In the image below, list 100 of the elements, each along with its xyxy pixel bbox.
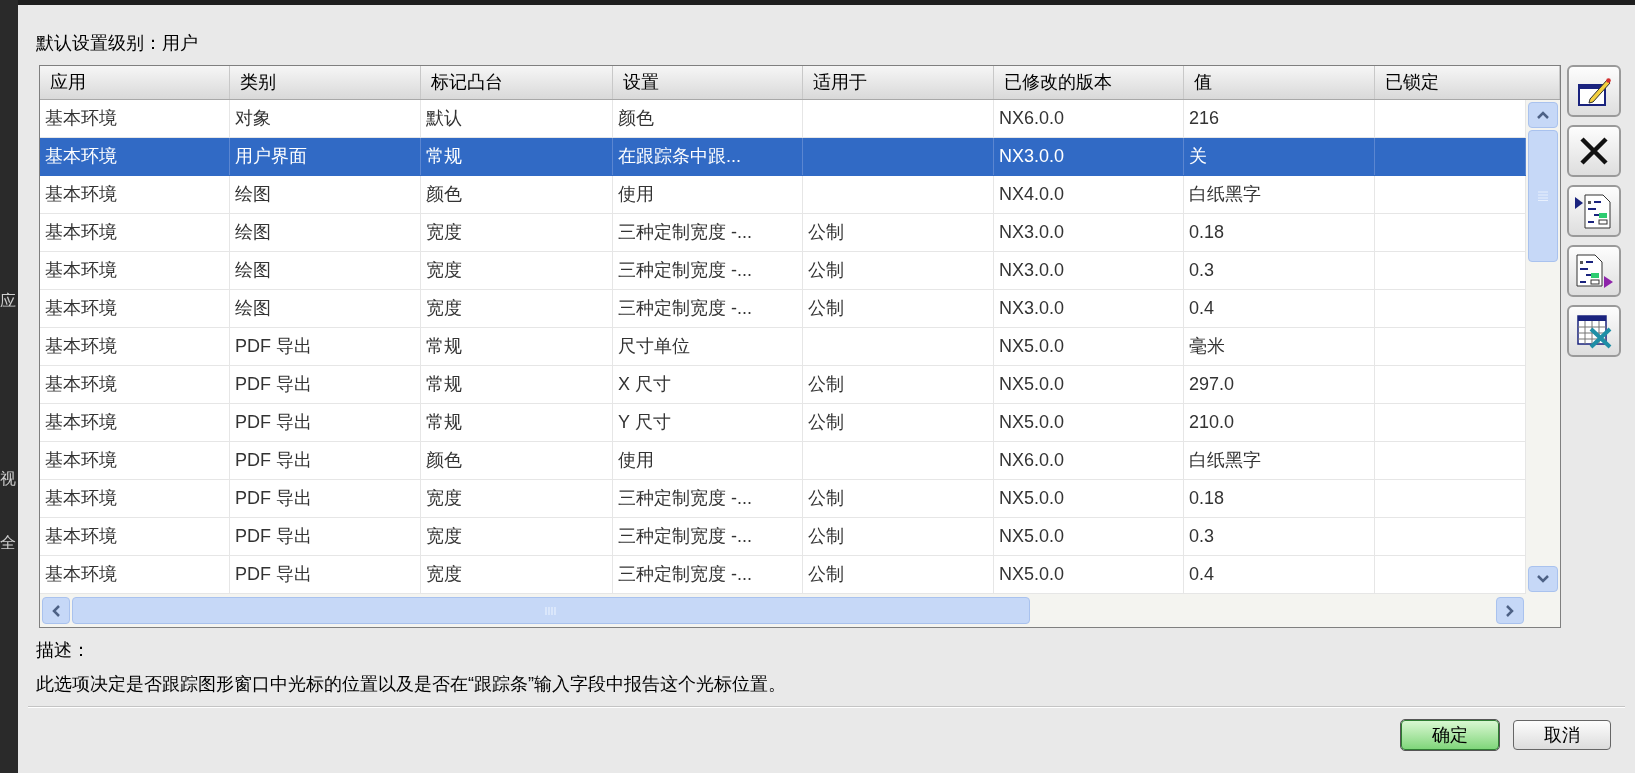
table-cell: 0.4 [1184, 556, 1375, 593]
side-panel-text: 应 [0, 292, 16, 310]
table-cell: 基本环境 [40, 442, 230, 479]
table-cell: 公制 [803, 518, 994, 555]
table-cell: 216 [1184, 100, 1375, 137]
document-arrow-icon [1574, 252, 1614, 290]
selected-table-row[interactable]: 基本环境 用户界面 常规 在跟踪条中跟... NX3.0.0 关 [40, 138, 1526, 176]
column-header[interactable]: 已锁定 [1375, 66, 1560, 99]
table-cell: NX5.0.0 [994, 328, 1184, 365]
table-cell: PDF 导出 [230, 518, 421, 555]
table-cell: 对象 [230, 100, 421, 137]
horizontal-scrollbar[interactable] [40, 594, 1526, 627]
table-cell: 使用 [613, 176, 803, 213]
table-cell: 在跟踪条中跟... [613, 138, 803, 175]
table-cell: 基本环境 [40, 556, 230, 593]
table-cell: 基本环境 [40, 176, 230, 213]
scroll-right-button[interactable] [1496, 597, 1524, 624]
delete-button[interactable] [1567, 125, 1621, 177]
ok-button[interactable]: 确定 [1401, 720, 1499, 750]
table-cell: 基本环境 [40, 480, 230, 517]
tool-button[interactable] [1567, 305, 1621, 357]
table-cell: 常规 [421, 404, 613, 441]
table-cell: PDF 导出 [230, 556, 421, 593]
table-cell: NX3.0.0 [994, 290, 1184, 327]
table-row[interactable]: 基本环境 对象 默认 颜色 NX6.0.0 216 [40, 100, 1526, 138]
table-row[interactable]: 基本环境 PDF 导出 颜色 使用 NX6.0.0 白纸黑字 [40, 442, 1526, 480]
description-text: 此选项决定是否跟踪图形窗口中光标的位置以及是否在“跟踪条”输入字段中报告这个光标位置。 [36, 673, 787, 696]
column-header[interactable]: 适用于 [803, 66, 994, 99]
table-cell: PDF 导出 [230, 366, 421, 403]
table-cell: 0.4 [1184, 290, 1375, 327]
table-cell: 颜色 [613, 100, 803, 137]
table-cell: NX6.0.0 [994, 100, 1184, 137]
table-cell: 白纸黑字 [1184, 176, 1375, 213]
table-cell: 0.3 [1184, 252, 1375, 289]
table-cell: 297.0 [1184, 366, 1375, 403]
table-cell: 常规 [421, 138, 613, 175]
table-cell: 公制 [803, 404, 994, 441]
scroll-up-button[interactable] [1528, 102, 1558, 128]
column-header[interactable]: 已修改的版本 [994, 66, 1184, 99]
description-label: 描述： [36, 639, 91, 662]
scrollbar-corner [1526, 594, 1560, 627]
table-cell: 绘图 [230, 252, 421, 289]
tool-button[interactable] [1567, 185, 1621, 237]
column-header[interactable]: 应用 [40, 66, 230, 99]
cancel-button[interactable]: 取消 [1513, 720, 1611, 750]
caret-left-icon [52, 604, 60, 617]
table-cell: 三种定制宽度 -... [613, 518, 803, 555]
scroll-thumb[interactable] [72, 597, 1030, 624]
table-cell: 0.18 [1184, 214, 1375, 251]
table-cell: 基本环境 [40, 214, 230, 251]
table-row[interactable]: 基本环境 绘图 宽度 三种定制宽度 -... 公制 NX3.0.0 0.4 [40, 290, 1526, 328]
column-header[interactable]: 类别 [230, 66, 421, 99]
table-cell: 基本环境 [40, 252, 230, 289]
table-cell: 公制 [803, 214, 994, 251]
table-cell: NX5.0.0 [994, 404, 1184, 441]
table-cell: NX5.0.0 [994, 366, 1184, 403]
table-cell: 绘图 [230, 290, 421, 327]
column-header[interactable]: 值 [1184, 66, 1375, 99]
table-cell: 基本环境 [40, 290, 230, 327]
side-panel-text: 视 [0, 470, 16, 488]
table-row[interactable]: 基本环境 绘图 宽度 三种定制宽度 -... 公制 NX3.0.0 0.3 [40, 252, 1526, 290]
vertical-scrollbar[interactable] [1526, 100, 1560, 594]
column-header[interactable]: 设置 [613, 66, 803, 99]
tool-button[interactable] [1567, 245, 1621, 297]
table-cell: 三种定制宽度 -... [613, 480, 803, 517]
table-row[interactable]: 基本环境 PDF 导出 常规 Y 尺寸 公制 NX5.0.0 210.0 [40, 404, 1526, 442]
table-cell: 三种定制宽度 -... [613, 556, 803, 593]
table-cell: 三种定制宽度 -... [613, 290, 803, 327]
caret-up-icon [1537, 111, 1549, 119]
caret-right-icon [1506, 604, 1514, 617]
table-row[interactable]: 基本环境 PDF 导出 常规 尺寸单位 NX5.0.0 毫米 [40, 328, 1526, 366]
table-cell: 210.0 [1184, 404, 1375, 441]
table-row[interactable]: 基本环境 PDF 导出 宽度 三种定制宽度 -... 公制 NX5.0.0 0.18 [40, 480, 1526, 518]
table-cell: 0.18 [1184, 480, 1375, 517]
table-cell: NX5.0.0 [994, 556, 1184, 593]
table-cell: 公制 [803, 556, 994, 593]
table-row[interactable]: 基本环境 PDF 导出 宽度 三种定制宽度 -... 公制 NX5.0.0 0.3 [40, 518, 1526, 556]
document-arrow-icon [1574, 192, 1614, 230]
table-cell: 白纸黑字 [1184, 442, 1375, 479]
scroll-thumb[interactable] [1528, 130, 1558, 262]
table-row[interactable]: 基本环境 绘图 宽度 三种定制宽度 -... 公制 NX3.0.0 0.18 [40, 214, 1526, 252]
table-cell: 常规 [421, 328, 613, 365]
table-cell: NX6.0.0 [994, 442, 1184, 479]
table-cell: NX4.0.0 [994, 176, 1184, 213]
table-row[interactable]: 基本环境 PDF 导出 宽度 三种定制宽度 -... 公制 NX5.0.0 0.4 [40, 556, 1526, 594]
table-cell: NX5.0.0 [994, 518, 1184, 555]
scroll-down-button[interactable] [1528, 566, 1558, 592]
tool-button[interactable] [1567, 65, 1621, 117]
grip-icon [1537, 191, 1549, 201]
table-cell: NX3.0.0 [994, 138, 1184, 175]
table-cell: 绘图 [230, 214, 421, 251]
column-header[interactable]: 标记凸台 [421, 66, 613, 99]
table-cell: 宽度 [421, 252, 613, 289]
table-cell: NX3.0.0 [994, 252, 1184, 289]
table-cell: 基本环境 [40, 518, 230, 555]
table-row[interactable]: 基本环境 PDF 导出 常规 X 尺寸 公制 NX5.0.0 297.0 [40, 366, 1526, 404]
scroll-left-button[interactable] [42, 597, 70, 624]
table-cell: PDF 导出 [230, 442, 421, 479]
table-cell: NX5.0.0 [994, 480, 1184, 517]
table-row[interactable]: 基本环境 绘图 颜色 使用 NX4.0.0 白纸黑字 [40, 176, 1526, 214]
